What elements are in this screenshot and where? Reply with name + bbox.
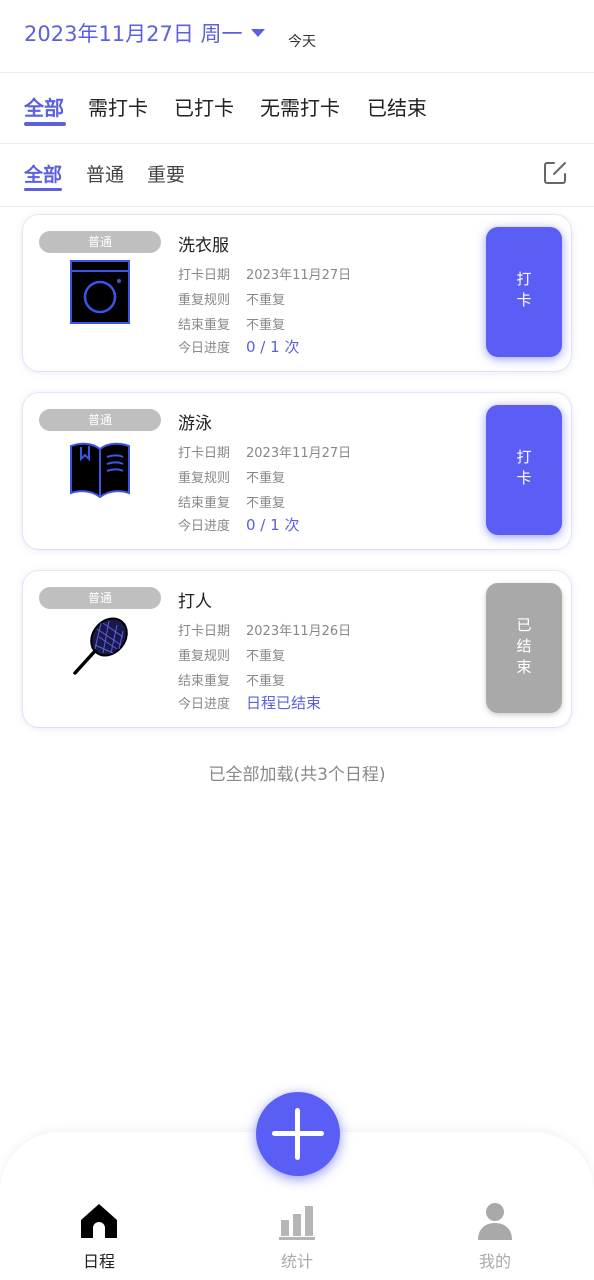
load-complete-note: 已全部加载(共3个日程) <box>208 765 386 785</box>
washing-machine-icon <box>70 260 130 324</box>
divider <box>0 72 594 73</box>
priority-badge: 普通 <box>39 231 161 253</box>
schedule-card[interactable]: 普通 洗衣服 打卡日期 2023年11月27日 重复规则 不重复 结束重复 不重复 今… <box>23 215 571 371</box>
info-row-progress: 今日进度 0 / 1 次 <box>178 338 300 356</box>
type-tabs: 全部 普通 重要 <box>0 156 594 202</box>
schedule-title: 游泳 <box>178 414 212 434</box>
info-row-progress: 今日进度 日程已结束 <box>178 694 322 712</box>
info-row-end-repeat: 结束重复 不重复 <box>178 496 286 511</box>
priority-badge: 普通 <box>39 587 161 609</box>
add-schedule-button[interactable] <box>256 1092 340 1176</box>
info-row-end-repeat: 结束重复 不重复 <box>178 674 286 689</box>
nav-label: 我的 <box>478 1252 511 1271</box>
schedule-title: 打人 <box>178 592 212 612</box>
checkin-button[interactable]: 打卡 <box>486 405 562 535</box>
tab-checked-in[interactable]: 已打卡 <box>174 92 234 121</box>
nav-label: 统计 <box>280 1252 313 1271</box>
bar-chart-icon <box>279 1206 315 1240</box>
header: 2023年11月27日 周一 今天 <box>0 0 594 72</box>
nav-item-profile[interactable]: 我的 <box>435 1200 555 1272</box>
info-row-end-repeat: 结束重复 不重复 <box>178 318 286 333</box>
open-book-icon <box>70 442 130 499</box>
info-row-repeat: 重复规则 不重复 <box>178 649 286 664</box>
home-icon <box>81 1204 117 1238</box>
chevron-down-icon <box>250 29 265 37</box>
nav-item-schedule[interactable]: 日程 <box>39 1200 159 1272</box>
tennis-racket-icon <box>73 617 128 675</box>
info-row-date: 打卡日期 2023年11月26日 <box>178 624 352 639</box>
tab-all-status[interactable]: 全部 <box>24 92 64 121</box>
info-row-progress: 今日进度 0 / 1 次 <box>178 516 300 534</box>
divider <box>0 143 594 144</box>
active-type-indicator <box>24 188 62 191</box>
edit-icon[interactable] <box>542 160 568 186</box>
checkin-button[interactable]: 打卡 <box>486 227 562 357</box>
info-row-date: 打卡日期 2023年11月27日 <box>178 268 352 283</box>
active-tab-indicator <box>24 122 66 126</box>
nav-label: 日程 <box>82 1252 115 1271</box>
today-button[interactable]: 今天 <box>288 31 316 51</box>
ended-button[interactable]: 已结束 <box>486 583 562 713</box>
tab-ended[interactable]: 已结束 <box>367 92 427 121</box>
schedule-title: 洗衣服 <box>178 236 229 256</box>
priority-badge: 普通 <box>39 409 161 431</box>
schedule-card[interactable]: 普通 打人 打卡日期 2023年11月26日 重复规则 不重复 结束重复 不重复 今日… <box>23 571 571 727</box>
current-date: 2023年11月27日 周一 <box>24 22 243 46</box>
tab-type-normal[interactable]: 普通 <box>86 160 124 187</box>
tab-no-checkin-needed[interactable]: 无需打卡 <box>260 92 340 121</box>
schedule-card[interactable]: 普通 游泳 打卡日期 2023年11月27日 重复规则 不重复 结束重复 不重复 今日… <box>23 393 571 549</box>
tab-need-checkin[interactable]: 需打卡 <box>88 92 148 121</box>
info-row-repeat: 重复规则 不重复 <box>178 471 286 486</box>
status-tabs: 全部 需打卡 已打卡 无需打卡 已结束 <box>0 88 594 138</box>
tab-type-important[interactable]: 重要 <box>147 160 185 187</box>
info-row-repeat: 重复规则 不重复 <box>178 293 286 308</box>
user-icon <box>478 1203 512 1240</box>
date-picker-button[interactable]: 2023年11月27日 周一 <box>24 18 265 48</box>
tab-type-all[interactable]: 全部 <box>24 160 62 187</box>
divider <box>0 206 594 207</box>
info-row-date: 打卡日期 2023年11月27日 <box>178 446 352 461</box>
nav-item-statistics[interactable]: 统计 <box>237 1200 357 1272</box>
